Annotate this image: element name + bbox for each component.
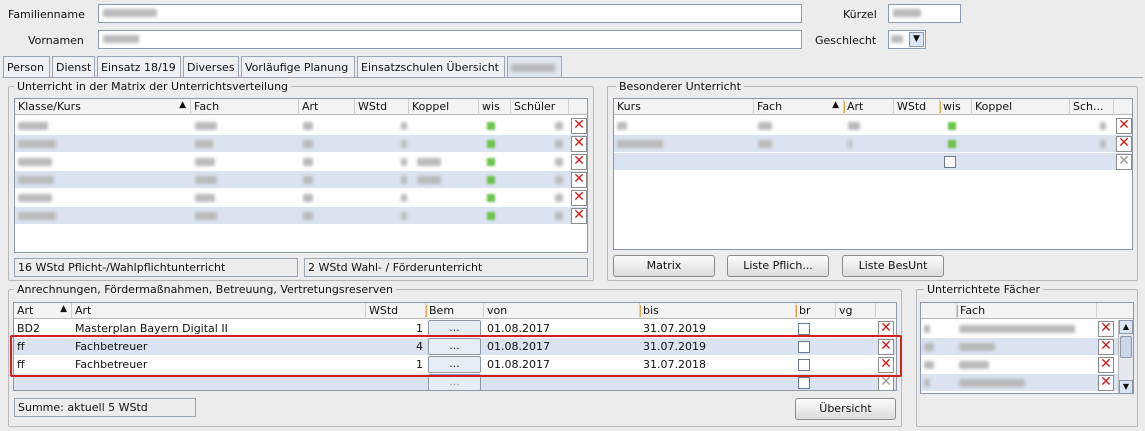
- faecher-table[interactable]: Fach ✕ ✕ ✕ ✕ ▲ ▼: [920, 302, 1134, 394]
- delete-x-icon[interactable]: ✕: [1098, 357, 1114, 373]
- sort-ascending-icon: ▲: [832, 100, 839, 110]
- geschlecht-label: Geschlecht: [815, 34, 877, 47]
- tab-vorlaeufige-planung[interactable]: Vorläufige Planung: [241, 56, 355, 78]
- delete-x-icon[interactable]: ✕: [1098, 339, 1114, 355]
- tab-einsatz[interactable]: Einsatz 18/19: [97, 56, 181, 78]
- col-bis[interactable]: bis: [640, 303, 796, 319]
- col-art[interactable]: Art: [299, 99, 355, 115]
- table-row[interactable]: ✕: [921, 320, 1133, 338]
- col-fach[interactable]: Fach: [191, 99, 299, 115]
- familienname-field[interactable]: [98, 4, 802, 23]
- col-kuerzel[interactable]: [921, 303, 957, 319]
- col-vg[interactable]: vg: [836, 303, 876, 319]
- pflicht-summary: 16 WStd Pflicht-/Wahlpflichtunterricht: [14, 258, 298, 277]
- delete-x-icon[interactable]: ✕: [571, 172, 587, 188]
- matrix-table[interactable]: Klasse/Kurs ▲ Fach Art WStd Koppel wis Sc…: [14, 98, 588, 253]
- col-fach[interactable]: Fach ▲: [754, 99, 844, 115]
- delete-x-icon[interactable]: ✕: [571, 190, 587, 206]
- faecher-table-header: Fach: [921, 303, 1133, 319]
- matrix-group-title: Unterricht in der Matrix der Unterrichts…: [14, 80, 292, 93]
- col-koppel[interactable]: Koppel: [409, 99, 479, 115]
- delete-x-icon[interactable]: ✕: [1098, 375, 1114, 391]
- delete-x-icon: ✕: [878, 375, 894, 390]
- table-row[interactable]: ✕: [921, 374, 1133, 392]
- matrix-button[interactable]: Matrix: [613, 255, 715, 277]
- chevron-down-icon[interactable]: ▼: [909, 32, 924, 47]
- besonderer-group-title: Besonderer Unterricht: [616, 80, 744, 93]
- col-von[interactable]: von: [484, 303, 640, 319]
- col-art[interactable]: Art: [844, 99, 894, 115]
- col-kurs[interactable]: Kurs: [614, 99, 754, 115]
- delete-x-icon[interactable]: ✕: [571, 154, 587, 170]
- scrollbar-thumb[interactable]: [1120, 336, 1132, 358]
- kuerzel-label: Kürzel: [843, 8, 877, 21]
- col-bem[interactable]: Bem: [426, 303, 484, 319]
- col-wstd[interactable]: WStd: [355, 99, 409, 115]
- table-row[interactable]: ✕: [15, 171, 587, 189]
- summe-field: Summe: aktuell 5 WStd: [14, 398, 196, 417]
- col-wstd[interactable]: WStd: [366, 303, 426, 319]
- table-row[interactable]: ✕: [921, 356, 1133, 374]
- col-art-bezeichnung[interactable]: Art: [72, 303, 366, 319]
- table-row[interactable]: ✕: [15, 117, 587, 135]
- sort-ascending-icon: ▲: [179, 100, 186, 110]
- sort-ascending-icon: ▲: [60, 304, 67, 314]
- delete-x-icon[interactable]: ✕: [571, 118, 587, 134]
- col-klasse-kurs[interactable]: Klasse/Kurs ▲: [15, 99, 191, 115]
- geschlecht-select[interactable]: ▼: [888, 30, 926, 49]
- table-row[interactable]: ✕: [614, 135, 1132, 153]
- tab-hidden[interactable]: [507, 56, 562, 78]
- liste-besunt-button[interactable]: Liste BesUnt: [842, 255, 944, 277]
- table-row[interactable]: ✕: [614, 117, 1132, 135]
- delete-x-icon[interactable]: ✕: [571, 136, 587, 152]
- col-schueler[interactable]: Schüler: [511, 99, 569, 115]
- familienname-label: Familienname: [8, 8, 85, 21]
- table-row[interactable]: ✕: [15, 189, 587, 207]
- col-wis[interactable]: wis: [479, 99, 511, 115]
- arrow-down-icon[interactable]: ▼: [1119, 380, 1133, 393]
- scrollbar[interactable]: ▲ ▼: [1118, 320, 1133, 393]
- tab-diverses[interactable]: Diverses: [183, 56, 239, 78]
- col-wstd[interactable]: WStd: [894, 99, 940, 115]
- uebersicht-button[interactable]: Übersicht: [795, 398, 896, 420]
- anrechnungen-group-title: Anrechnungen, Fördermaßnahmen, Betreuung…: [14, 283, 396, 296]
- vornamen-field[interactable]: [98, 30, 802, 49]
- table-row[interactable]: ✕: [15, 207, 587, 225]
- tab-divider: [2, 77, 1143, 78]
- col-koppel[interactable]: Koppel: [972, 99, 1070, 115]
- liste-pflicht-button[interactable]: Liste Pflich...: [727, 255, 829, 277]
- anrechnungen-table-header: Art ▲ Art WStd Bem von bis br vg: [14, 303, 896, 319]
- delete-x-icon[interactable]: ✕: [1116, 136, 1132, 152]
- br-checkbox[interactable]: [798, 323, 810, 335]
- table-row-empty[interactable]: ✕: [614, 153, 1132, 171]
- col-fach[interactable]: Fach: [957, 303, 1097, 319]
- besonderer-table-header: Kurs Fach ▲ Art WStd wis Koppel Sch...: [614, 99, 1132, 115]
- delete-x-icon[interactable]: ✕: [1116, 118, 1132, 134]
- vornamen-label: Vornamen: [28, 34, 84, 47]
- tab-dienst[interactable]: Dienst: [52, 56, 95, 78]
- matrix-table-header: Klasse/Kurs ▲ Fach Art WStd Koppel wis Sc…: [15, 99, 587, 115]
- table-row[interactable]: ✕: [15, 153, 587, 171]
- table-row[interactable]: ✕: [15, 135, 587, 153]
- wahl-summary: 2 WStd Wahl- / Förderunterricht: [304, 258, 588, 277]
- faecher-group-title: Unterrichtete Fächer: [924, 283, 1044, 296]
- delete-x-icon[interactable]: ✕: [1098, 321, 1114, 337]
- arrow-up-icon[interactable]: ▲: [1119, 320, 1133, 334]
- delete-x-icon: ✕: [1116, 154, 1132, 170]
- wis-checkbox[interactable]: [944, 156, 956, 168]
- tab-person[interactable]: Person: [3, 56, 50, 78]
- kuerzel-field[interactable]: [888, 4, 961, 23]
- br-checkbox[interactable]: [798, 377, 810, 389]
- table-row[interactable]: ✕: [921, 338, 1133, 356]
- col-schueler[interactable]: Sch...: [1070, 99, 1114, 115]
- delete-x-icon[interactable]: ✕: [571, 208, 587, 224]
- highlight-box: [10, 335, 902, 377]
- col-art-kuerzel[interactable]: Art ▲: [14, 303, 72, 319]
- col-br[interactable]: br: [796, 303, 836, 319]
- tab-einsatzschulen-uebersicht[interactable]: Einsatzschulen Übersicht: [357, 56, 505, 78]
- besonderer-table[interactable]: Kurs Fach ▲ Art WStd wis Koppel Sch... ✕ …: [613, 98, 1133, 250]
- col-wis[interactable]: wis: [940, 99, 972, 115]
